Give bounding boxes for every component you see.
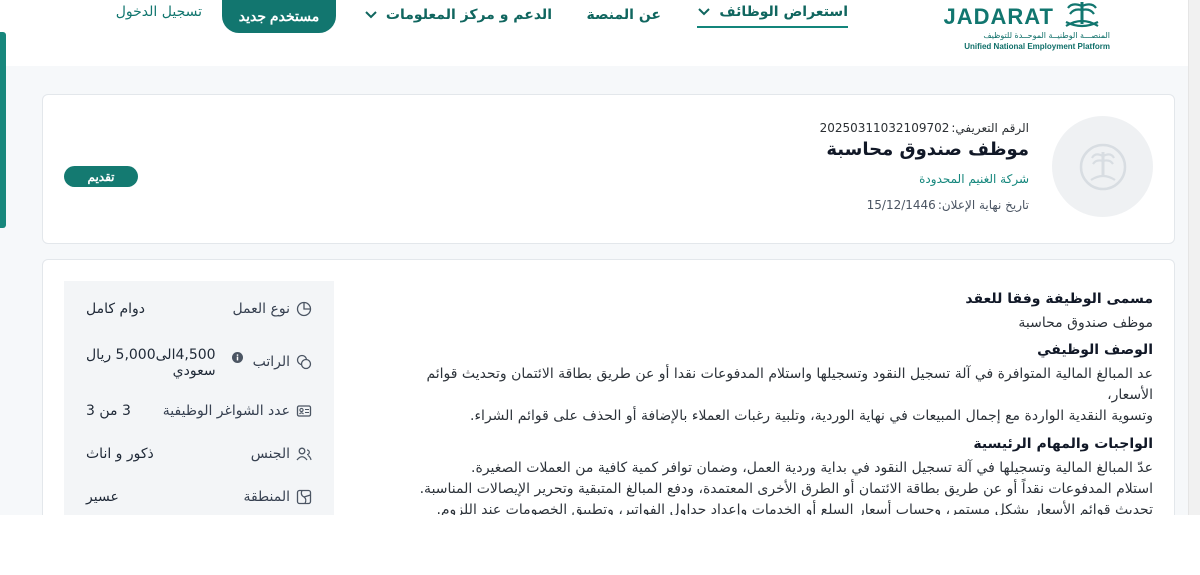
vertical-scrollbar[interactable] bbox=[1188, 0, 1200, 515]
attr-salary-label-wrap: الراتب bbox=[231, 351, 312, 370]
job-reference: الرقم التعريفي: 20250311032109702 bbox=[820, 121, 1029, 135]
attr-region-label: المنطقة bbox=[243, 489, 290, 505]
job-deadline: تاريخ نهاية الإعلان: 15/12/1446 bbox=[820, 198, 1029, 212]
jadarat-logo[interactable]: JADARAT المنصـــة الوطنيــة الموحــدة لل… bbox=[940, 0, 1110, 56]
nav-browse-jobs-label: استعراض الوظائف bbox=[719, 4, 848, 20]
company-avatar bbox=[1052, 116, 1153, 217]
login-link[interactable]: تسجيل الدخول bbox=[116, 4, 202, 20]
duty-item-3: تحديث قوائم الأسعار بشكل مستمر، وحساب أس… bbox=[436, 502, 1153, 515]
attr-work-type: نوع العمل دوام كامل bbox=[64, 291, 334, 331]
job-description: مسمى الوظيفة وفقا للعقد موظف صندوق محاسب… bbox=[383, 291, 1153, 515]
logo-arabic-tagline: المنصـــة الوطنيــة الموحــدة للتوظيف bbox=[983, 31, 1110, 40]
job-details-card: نوع العمل دوام كامل الراتب 4,500الى5,000… bbox=[42, 259, 1175, 515]
page-viewport: JADARAT المنصـــة الوطنيــة الموحــدة لل… bbox=[0, 0, 1200, 515]
nav-about-platform[interactable]: عن المنصة bbox=[587, 0, 661, 30]
chevron-down-icon bbox=[698, 8, 711, 16]
blank-area bbox=[0, 515, 1200, 575]
map-icon bbox=[296, 489, 312, 505]
job-meta: الرقم التعريفي: 20250311032109702 موظف ص… bbox=[820, 121, 1029, 212]
description-line-2: وتسوية النقدية الواردة مع إجمال المبيعات… bbox=[470, 408, 1153, 424]
attr-salary-value: 4,500الى5,000 ريال سعودي bbox=[86, 347, 216, 379]
duty-item-1: عدّ المبالغ المالية وتسجيلها في آلة تسجي… bbox=[471, 460, 1153, 476]
pie-chart-icon bbox=[296, 301, 312, 317]
attr-gender: الجنس ذكور و اناث bbox=[64, 434, 334, 474]
attr-work-type-label-wrap: نوع العمل bbox=[232, 301, 312, 317]
palm-swords-logo-icon bbox=[1065, 2, 1099, 28]
job-deadline-value: 15/12/1446 bbox=[866, 198, 936, 212]
company-placeholder-icon bbox=[1079, 143, 1126, 190]
duty-item-2: استلام المدفوعات نقداً أو عن طريق بطاقة … bbox=[419, 481, 1153, 497]
attr-vacancies-label: عدد الشواغر الوظيفية bbox=[162, 403, 290, 419]
description-line-1: عد المبالغ المالية المتوافرة في آلة تسجي… bbox=[426, 366, 1153, 403]
apply-button[interactable]: تقديم bbox=[64, 166, 138, 187]
coins-icon bbox=[296, 354, 312, 370]
new-user-button[interactable]: مستخدم جديد bbox=[222, 0, 336, 33]
attr-vacancies-label-wrap: عدد الشواغر الوظيفية bbox=[163, 403, 312, 419]
attr-work-type-value: دوام كامل bbox=[86, 301, 146, 317]
attr-gender-value: ذكور و اناث bbox=[86, 446, 154, 462]
attr-vacancies: عدد الشواغر الوظيفية 3 من 3 bbox=[64, 393, 334, 433]
nav-support-label: الدعم و مركز المعلومات bbox=[385, 7, 552, 23]
attr-salary-value-line2: سعودي bbox=[172, 363, 216, 379]
attr-region: المنطقة عسير bbox=[64, 477, 334, 515]
contract-title-heading: مسمى الوظيفة وفقا للعقد bbox=[965, 291, 1153, 307]
attr-region-value: عسير bbox=[86, 489, 119, 505]
attr-region-label-wrap: المنطقة bbox=[243, 489, 312, 505]
job-deadline-label: تاريخ نهاية الإعلان: bbox=[937, 198, 1029, 212]
id-card-icon bbox=[296, 405, 312, 417]
attr-gender-label: الجنس bbox=[250, 446, 290, 462]
job-attributes-panel: نوع العمل دوام كامل الراتب 4,500الى5,000… bbox=[64, 281, 334, 515]
attr-vacancies-value: 3 من 3 bbox=[86, 403, 131, 419]
job-reference-label: الرقم التعريفي: bbox=[951, 121, 1029, 135]
attr-salary: الراتب 4,500الى5,000 ريال سعودي bbox=[64, 341, 334, 391]
company-name[interactable]: شركة الغنيم المحدودة bbox=[820, 172, 1029, 186]
attr-salary-label: الراتب bbox=[252, 354, 290, 370]
job-title[interactable]: موظف صندوق محاسبة bbox=[820, 139, 1029, 160]
description-heading: الوصف الوظيفي bbox=[1037, 342, 1153, 358]
job-summary-card: الرقم التعريفي: 20250311032109702 موظف ص… bbox=[42, 94, 1175, 244]
logo-wordmark: JADARAT bbox=[943, 4, 1054, 29]
left-scroll-indicator bbox=[0, 32, 6, 228]
nav-about-label: عن المنصة bbox=[586, 7, 661, 23]
nav-browse-jobs[interactable]: استعراض الوظائف bbox=[697, 0, 848, 28]
logo-english-tagline: Unified National Employment Platform bbox=[964, 42, 1110, 51]
job-reference-value: 20250311032109702 bbox=[819, 121, 950, 135]
attr-salary-value-line1: 4,500الى5,000 ريال bbox=[86, 347, 216, 363]
people-icon bbox=[296, 447, 312, 461]
site-header: JADARAT المنصـــة الوطنيــة الموحــدة لل… bbox=[0, 0, 1188, 66]
contract-title-value: موظف صندوق محاسبة bbox=[1018, 315, 1153, 331]
duties-heading: الواجبات والمهام الرئيسية bbox=[973, 436, 1153, 452]
attr-work-type-label: نوع العمل bbox=[232, 301, 290, 317]
info-icon[interactable] bbox=[231, 351, 243, 363]
nav-support-center[interactable]: الدعم و مركز المعلومات bbox=[364, 0, 552, 30]
attr-gender-label-wrap: الجنس bbox=[251, 446, 312, 462]
chevron-down-icon bbox=[365, 11, 377, 19]
